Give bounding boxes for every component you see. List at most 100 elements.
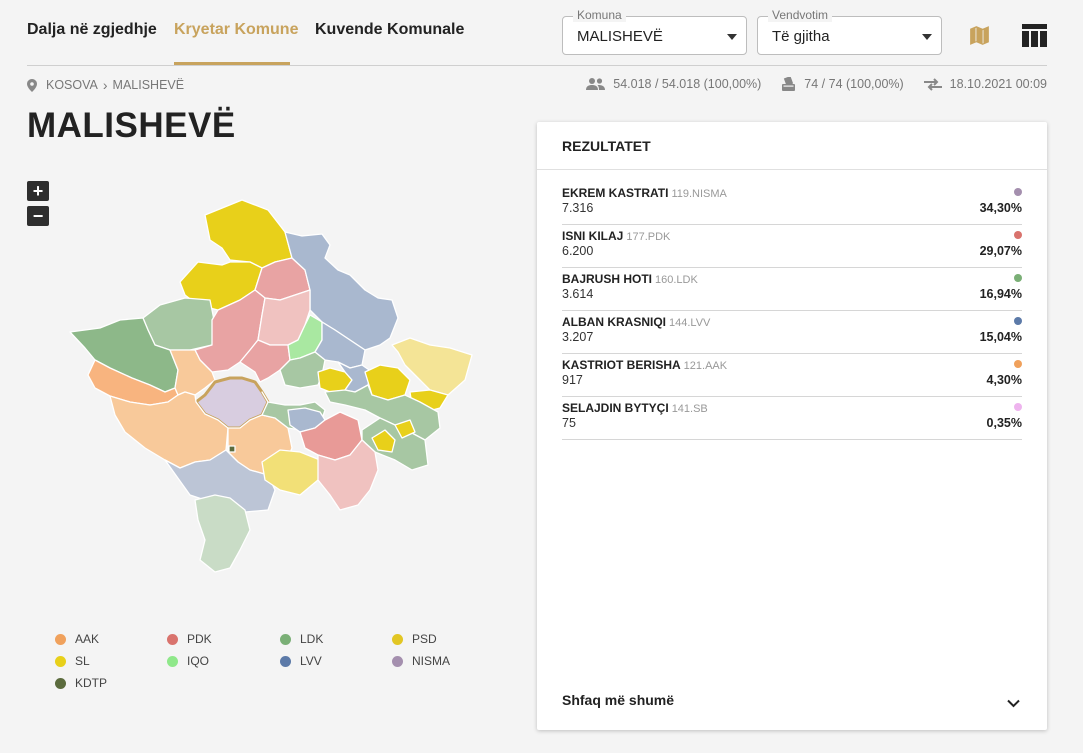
party-color-dot bbox=[1014, 274, 1022, 282]
candidate-percentage: 15,04% bbox=[979, 330, 1022, 344]
legend-item-iqo: IQO bbox=[167, 654, 209, 668]
candidate-percentage: 4,30% bbox=[986, 373, 1022, 387]
nav-divider bbox=[27, 65, 1047, 66]
legend-item-pdk: PDK bbox=[167, 632, 212, 646]
stations-stat: 74 / 74 (100,00%) bbox=[781, 77, 904, 91]
candidate-percentage: 0,35% bbox=[986, 416, 1022, 430]
panel-divider bbox=[537, 169, 1047, 170]
candidate-name: BAJRUSH HOTI 160.LDK bbox=[562, 272, 698, 286]
legend-item-psd: PSD bbox=[392, 632, 437, 646]
legend-dot bbox=[280, 655, 291, 667]
legend-item-sl: SL bbox=[55, 654, 90, 668]
candidate-row[interactable]: SELAJDIN BYTYÇI 141.SB 75 0,35% bbox=[562, 400, 1022, 440]
location-pin-icon bbox=[27, 78, 37, 92]
legend-label: LVV bbox=[300, 654, 322, 668]
dropdown-arrow-icon bbox=[727, 34, 737, 40]
legend-dot bbox=[55, 677, 66, 689]
legend-label: LDK bbox=[300, 632, 324, 646]
candidate-votes: 917 bbox=[562, 373, 583, 387]
zoom-in-button[interactable]: + bbox=[27, 181, 49, 201]
candidate-name: ISNI KILAJ 177.PDK bbox=[562, 229, 671, 243]
candidate-name: KASTRIOT BERISHA 121.AAK bbox=[562, 358, 728, 372]
candidate-votes: 3.614 bbox=[562, 287, 594, 301]
legend-dot bbox=[167, 633, 178, 645]
page-title: MALISHEVË bbox=[27, 106, 236, 145]
chevron-down-icon[interactable] bbox=[1007, 695, 1020, 713]
map-region[interactable] bbox=[228, 445, 236, 453]
party-color-dot bbox=[1014, 403, 1022, 411]
candidate-row[interactable]: ISNI KILAJ 177.PDK 6.200 29,07% bbox=[562, 228, 1022, 268]
results-panel: REZULTATET EKREM KASTRATI 119.NISMA 7.316… bbox=[537, 122, 1047, 730]
legend-label: PDK bbox=[187, 632, 212, 646]
legend-dot bbox=[167, 655, 178, 667]
stations-count: 74 / 74 (100,00%) bbox=[804, 77, 904, 91]
candidate-party: 160.LDK bbox=[655, 274, 698, 286]
breadcrumb-separator: › bbox=[102, 77, 108, 93]
election-stats: 54.018 / 54.018 (100,00%) 74 / 74 (100,0… bbox=[566, 77, 1047, 91]
party-color-dot bbox=[1014, 231, 1022, 239]
legend-label: NISMA bbox=[412, 654, 451, 668]
legend-label: AAK bbox=[75, 632, 100, 646]
candidate-party: 119.NISMA bbox=[671, 188, 727, 200]
polling-station-select-value: Të gjitha bbox=[772, 28, 830, 45]
candidate-party: 121.AAK bbox=[683, 360, 728, 372]
candidate-name: SELAJDIN BYTYÇI 141.SB bbox=[562, 401, 708, 415]
kosovo-municipality-map bbox=[69, 199, 473, 573]
legend-dot bbox=[392, 655, 403, 667]
legend-item-kdtp: KDTP bbox=[55, 676, 107, 690]
breadcrumb: KOSOVA › MALISHEVË bbox=[27, 77, 184, 93]
legend-dot bbox=[392, 633, 403, 645]
legend-label: SL bbox=[75, 654, 90, 668]
municipality-select-label: Komuna bbox=[573, 8, 626, 22]
candidate-name: EKREM KASTRATI 119.NISMA bbox=[562, 186, 727, 200]
breadcrumb-root[interactable]: KOSOVA bbox=[46, 78, 98, 92]
voters-stat: 54.018 / 54.018 (100,00%) bbox=[586, 77, 761, 91]
candidate-votes: 6.200 bbox=[562, 244, 594, 258]
party-color-dot bbox=[1014, 360, 1022, 368]
candidate-row[interactable]: KASTRIOT BERISHA 121.AAK 917 4,30% bbox=[562, 357, 1022, 397]
tab-municipal-assembly[interactable]: Kuvende Komunale bbox=[315, 21, 464, 39]
candidate-party: 141.SB bbox=[671, 403, 708, 415]
candidate-row[interactable]: BAJRUSH HOTI 160.LDK 3.614 16,94% bbox=[562, 271, 1022, 311]
breadcrumb-current: MALISHEVË bbox=[112, 78, 185, 92]
legend-label: KDTP bbox=[75, 676, 108, 690]
party-color-dot bbox=[1014, 188, 1022, 196]
dropdown-arrow-icon bbox=[922, 34, 932, 40]
legend-item-ldk: LDK bbox=[280, 632, 323, 646]
legend-dot bbox=[280, 633, 291, 645]
legend-dot bbox=[55, 655, 66, 667]
candidate-votes: 7.316 bbox=[562, 201, 594, 215]
candidate-votes: 75 bbox=[562, 416, 576, 430]
map-region[interactable] bbox=[204, 199, 293, 269]
candidate-party: 177.PDK bbox=[626, 231, 671, 243]
show-more-button[interactable]: Shfaq më shumë bbox=[562, 692, 674, 708]
polling-station-select[interactable]: Vendvotim Të gjitha bbox=[757, 8, 942, 55]
legend-dot bbox=[55, 633, 66, 645]
legend-item-aak: AAK bbox=[55, 632, 99, 646]
results-title: REZULTATET bbox=[562, 138, 651, 154]
candidate-row[interactable]: EKREM KASTRATI 119.NISMA 7.316 34,30% bbox=[562, 185, 1022, 225]
party-color-dot bbox=[1014, 317, 1022, 325]
candidate-party: 144.LVV bbox=[669, 317, 711, 329]
last-updated: 18.10.2021 00:09 bbox=[949, 77, 1047, 91]
map-icon[interactable] bbox=[967, 23, 992, 53]
voters-count: 54.018 / 54.018 (100,00%) bbox=[613, 77, 762, 91]
tab-mayor[interactable]: Kryetar Komune bbox=[174, 21, 298, 39]
zoom-out-button[interactable]: − bbox=[27, 206, 49, 226]
updated-stat: 18.10.2021 00:09 bbox=[923, 77, 1047, 91]
candidate-percentage: 34,30% bbox=[979, 201, 1022, 215]
candidate-percentage: 29,07% bbox=[979, 244, 1022, 258]
table-icon[interactable] bbox=[1022, 24, 1047, 52]
candidate-name: ALBAN KRASNIQI 144.LVV bbox=[562, 315, 711, 329]
legend-label: PSD bbox=[412, 632, 437, 646]
top-navigation: Dalja në zgjedhje Kryetar Komune Kuvende… bbox=[0, 0, 1083, 66]
municipality-select[interactable]: Komuna MALISHEVË bbox=[562, 8, 747, 55]
tab-turnout[interactable]: Dalja në zgjedhje bbox=[27, 21, 157, 39]
candidate-votes: 3.207 bbox=[562, 330, 594, 344]
legend-item-lvv: LVV bbox=[280, 654, 322, 668]
legend-label: IQO bbox=[187, 654, 210, 668]
municipality-select-value: MALISHEVË bbox=[577, 28, 663, 45]
legend-item-nisma: NISMA bbox=[392, 654, 450, 668]
polling-station-select-label: Vendvotim bbox=[768, 8, 833, 22]
candidate-row[interactable]: ALBAN KRASNIQI 144.LVV 3.207 15,04% bbox=[562, 314, 1022, 354]
